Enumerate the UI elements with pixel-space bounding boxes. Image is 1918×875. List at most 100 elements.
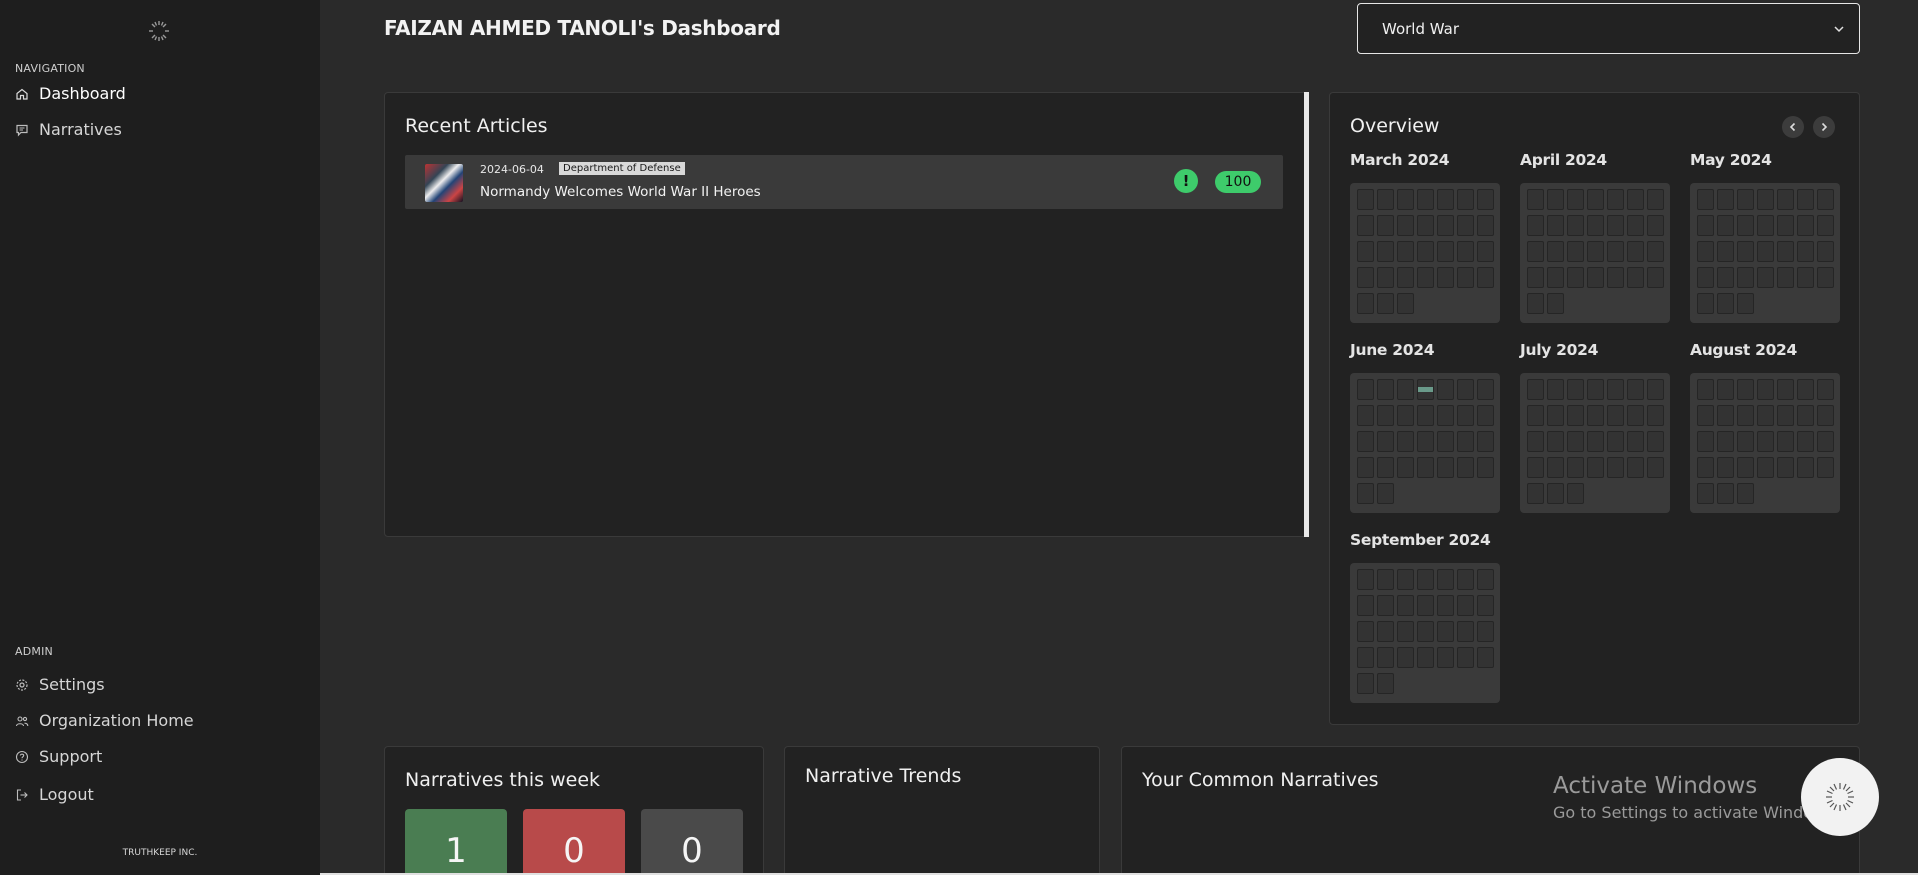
- calendar-day-cell[interactable]: [1697, 457, 1714, 478]
- calendar-day-cell[interactable]: [1437, 569, 1454, 590]
- calendar-day-cell[interactable]: [1647, 267, 1664, 288]
- calendar-day-cell[interactable]: [1717, 483, 1734, 504]
- calendar-day-cell[interactable]: [1357, 215, 1374, 236]
- sidebar-item-settings[interactable]: Settings: [15, 675, 105, 694]
- calendar-day-cell[interactable]: [1437, 189, 1454, 210]
- calendar-day-cell[interactable]: [1397, 215, 1414, 236]
- calendar-day-cell[interactable]: [1477, 647, 1494, 668]
- narrative-count-positive[interactable]: 1: [405, 809, 507, 875]
- calendar-day-cell[interactable]: [1457, 621, 1474, 642]
- calendar-day-cell[interactable]: [1607, 457, 1624, 478]
- calendar-day-cell[interactable]: [1377, 647, 1394, 668]
- calendar-day-cell[interactable]: [1647, 405, 1664, 426]
- calendar-day-cell[interactable]: [1397, 647, 1414, 668]
- calendar-day-cell[interactable]: [1607, 379, 1624, 400]
- calendar-day-cell[interactable]: [1377, 431, 1394, 452]
- calendar-day-cell[interactable]: [1817, 431, 1834, 452]
- calendar-day-cell[interactable]: [1777, 215, 1794, 236]
- calendar-day-cell[interactable]: [1417, 267, 1434, 288]
- calendar-day-cell[interactable]: [1587, 189, 1604, 210]
- calendar-day-cell[interactable]: [1697, 293, 1714, 314]
- calendar-day-cell[interactable]: [1567, 405, 1584, 426]
- calendar-day-cell[interactable]: [1547, 405, 1564, 426]
- calendar-day-cell[interactable]: [1737, 293, 1754, 314]
- calendar-day-cell[interactable]: [1567, 267, 1584, 288]
- calendar-day-cell[interactable]: [1697, 405, 1714, 426]
- calendar-day-cell[interactable]: [1457, 457, 1474, 478]
- calendar-day-cell[interactable]: [1797, 267, 1814, 288]
- calendar-day-cell[interactable]: [1647, 241, 1664, 262]
- calendar-day-cell[interactable]: [1477, 267, 1494, 288]
- calendar-day-cell[interactable]: [1817, 267, 1834, 288]
- calendar-day-cell[interactable]: [1527, 189, 1544, 210]
- calendar-day-cell[interactable]: [1417, 569, 1434, 590]
- calendar-day-cell[interactable]: [1587, 267, 1604, 288]
- sidebar-item-logout[interactable]: Logout: [15, 785, 94, 804]
- calendar-day-cell[interactable]: [1377, 595, 1394, 616]
- calendar-day-cell[interactable]: [1627, 189, 1644, 210]
- calendar-day-cell[interactable]: [1627, 215, 1644, 236]
- calendar-day-cell[interactable]: [1697, 241, 1714, 262]
- calendar-day-cell[interactable]: [1357, 379, 1374, 400]
- calendar-day-cell[interactable]: [1477, 621, 1494, 642]
- articles-scrollbar[interactable]: [1304, 92, 1309, 537]
- calendar-day-cell[interactable]: [1817, 189, 1834, 210]
- calendar-day-cell[interactable]: [1627, 405, 1644, 426]
- calendar-day-cell[interactable]: [1437, 595, 1454, 616]
- calendar-day-cell[interactable]: [1547, 293, 1564, 314]
- calendar-day-cell[interactable]: [1797, 215, 1814, 236]
- calendar-day-cell[interactable]: [1377, 569, 1394, 590]
- calendar-day-cell[interactable]: [1607, 241, 1624, 262]
- calendar-day-cell[interactable]: [1567, 189, 1584, 210]
- calendar-day-cell[interactable]: [1377, 241, 1394, 262]
- calendar-day-cell[interactable]: [1477, 241, 1494, 262]
- calendar-day-cell[interactable]: [1647, 379, 1664, 400]
- calendar-day-cell[interactable]: [1357, 673, 1374, 694]
- sidebar-item-organization-home[interactable]: Organization Home: [15, 711, 194, 730]
- calendar-day-cell[interactable]: [1627, 379, 1644, 400]
- calendar-day-cell[interactable]: [1357, 595, 1374, 616]
- calendar-day-cell[interactable]: [1457, 405, 1474, 426]
- calendar-day-cell[interactable]: [1357, 457, 1374, 478]
- calendar-day-cell[interactable]: [1437, 379, 1454, 400]
- calendar-day-cell[interactable]: [1737, 241, 1754, 262]
- calendar-day-cell[interactable]: [1737, 189, 1754, 210]
- calendar-day-cell[interactable]: [1397, 595, 1414, 616]
- calendar-day-cell[interactable]: [1717, 431, 1734, 452]
- calendar-day-cell[interactable]: [1547, 483, 1564, 504]
- calendar-day-cell[interactable]: [1607, 405, 1624, 426]
- calendar-day-cell[interactable]: [1737, 215, 1754, 236]
- calendar-day-cell[interactable]: [1547, 379, 1564, 400]
- calendar-day-cell[interactable]: [1357, 647, 1374, 668]
- calendar-day-cell[interactable]: [1737, 431, 1754, 452]
- calendar-day-cell[interactable]: [1417, 431, 1434, 452]
- calendar-day-cell[interactable]: [1357, 241, 1374, 262]
- calendar-day-cell[interactable]: [1717, 267, 1734, 288]
- calendar-day-cell[interactable]: [1757, 379, 1774, 400]
- calendar-day-cell[interactable]: [1477, 457, 1494, 478]
- calendar-day-cell[interactable]: [1357, 569, 1374, 590]
- calendar-day-cell[interactable]: [1437, 457, 1454, 478]
- assistant-fab-button[interactable]: [1801, 758, 1879, 836]
- calendar-day-cell[interactable]: [1477, 431, 1494, 452]
- calendar-day-cell[interactable]: [1697, 267, 1714, 288]
- calendar-day-cell[interactable]: [1587, 431, 1604, 452]
- calendar-day-cell[interactable]: [1377, 379, 1394, 400]
- calendar-day-cell[interactable]: [1377, 215, 1394, 236]
- calendar-day-cell[interactable]: [1627, 241, 1644, 262]
- sidebar-item-dashboard[interactable]: Dashboard: [15, 84, 126, 103]
- calendar-day-cell[interactable]: [1777, 379, 1794, 400]
- calendar-day-cell[interactable]: [1477, 595, 1494, 616]
- calendar-day-cell[interactable]: [1547, 457, 1564, 478]
- calendar-day-cell[interactable]: [1437, 267, 1454, 288]
- calendar-day-cell[interactable]: [1647, 457, 1664, 478]
- calendar-day-cell[interactable]: [1797, 405, 1814, 426]
- calendar-day-cell[interactable]: [1817, 241, 1834, 262]
- calendar-day-cell[interactable]: [1377, 673, 1394, 694]
- calendar-day-cell[interactable]: [1477, 215, 1494, 236]
- calendar-day-cell[interactable]: [1457, 241, 1474, 262]
- calendar-day-cell[interactable]: [1717, 241, 1734, 262]
- calendar-day-cell[interactable]: [1397, 379, 1414, 400]
- calendar-day-cell[interactable]: [1377, 405, 1394, 426]
- calendar-day-cell[interactable]: [1357, 483, 1374, 504]
